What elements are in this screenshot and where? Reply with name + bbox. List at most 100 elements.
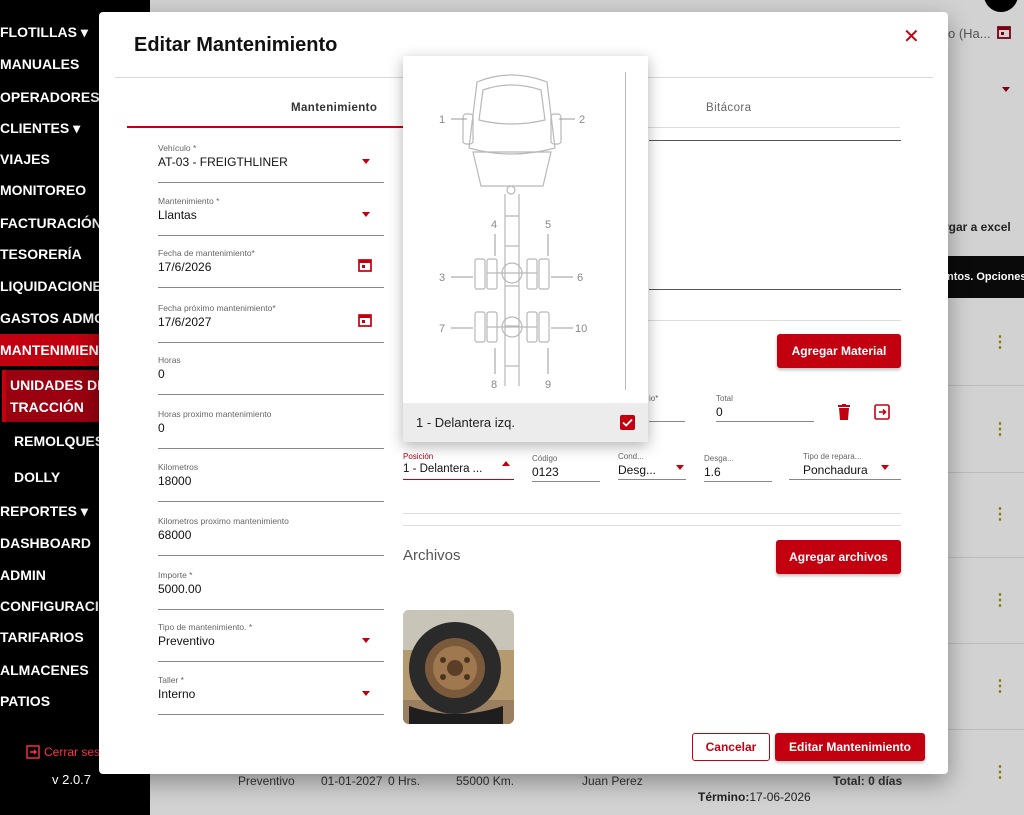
vehiculo-select[interactable]: Vehículo * AT-03 - FREIGTHLINER <box>158 143 384 183</box>
kilometros-proximo-input[interactable]: Kilometros proximo mantenimiento 68000 <box>158 516 384 556</box>
bg-row-end-label: Término: <box>698 790 750 804</box>
cancel-button[interactable]: Cancelar <box>692 733 770 761</box>
submit-edit-button[interactable]: Editar Mantenimiento <box>775 733 925 761</box>
position-label-7[interactable]: 7 <box>439 323 445 335</box>
position-label-5[interactable]: 5 <box>545 219 551 231</box>
taller-select[interactable]: Taller * Interno <box>158 675 384 715</box>
bg-row-total: Total: 0 días <box>833 774 903 788</box>
mantenimiento-select[interactable]: Mantenimiento * Llantas <box>158 196 384 236</box>
bg-row-divider <box>944 729 1024 730</box>
more-options-icon[interactable]: ⋮ <box>992 765 1008 781</box>
nav-admin[interactable]: ADMIN <box>0 560 46 590</box>
field-label: Mantenimiento * <box>158 196 220 206</box>
nav-tesoreria[interactable]: TESORERÍA <box>0 239 82 269</box>
tab-bitacora[interactable]: Bitácora <box>706 102 751 114</box>
kilometros-input[interactable]: Kilometros 18000 <box>158 462 384 502</box>
field-value: Interno <box>158 687 196 701</box>
nav-patios[interactable]: PATIOS <box>0 686 50 716</box>
horas-input[interactable]: Horas 0 <box>158 355 384 395</box>
calendar-icon[interactable] <box>358 313 372 327</box>
nav-manuales[interactable]: MANUALES <box>0 49 79 79</box>
calendar-icon[interactable] <box>358 258 372 272</box>
bg-export-excel[interactable]: rgar a excel <box>944 220 1011 234</box>
position-label-8[interactable]: 8 <box>491 379 497 391</box>
nav-almacenes[interactable]: ALMACENES <box>0 655 89 685</box>
horas-proximo-input[interactable]: Horas proximo mantenimiento 0 <box>158 409 384 449</box>
more-options-icon[interactable]: ⋮ <box>992 335 1008 351</box>
nav-facturacion[interactable]: FACTURACIÓN ▾ <box>0 208 113 238</box>
close-icon[interactable]: ✕ <box>903 24 920 49</box>
trash-icon[interactable] <box>837 404 851 420</box>
chevron-down-icon <box>881 465 889 470</box>
field-value: 68000 <box>158 528 192 542</box>
chevron-down-icon[interactable] <box>1002 87 1010 92</box>
nav-monitoreo[interactable]: MONITOREO <box>0 175 86 205</box>
position-label-2[interactable]: 2 <box>579 114 585 126</box>
more-options-icon[interactable]: ⋮ <box>992 593 1008 609</box>
position-label-1[interactable]: 1 <box>439 114 445 126</box>
nav-gastos-admon[interactable]: GASTOS ADMON <box>0 303 115 333</box>
nav-tarifarios[interactable]: TARIFARIOS <box>0 622 84 652</box>
field-label: Kilometros proximo mantenimiento <box>158 516 289 526</box>
more-options-icon[interactable]: ⋮ <box>992 422 1008 438</box>
modal-title: Editar Mantenimiento <box>134 34 338 56</box>
nav-reportes[interactable]: REPORTES ▾ <box>0 496 88 526</box>
archivos-heading: Archivos <box>403 547 461 564</box>
field-label: Horas <box>158 355 181 365</box>
more-options-icon[interactable]: ⋮ <box>992 507 1008 523</box>
fecha-mantenimiento-field[interactable]: Fecha de mantenimiento* 17/6/2026 <box>158 248 384 288</box>
nav-remolques[interactable]: REMOLQUES <box>14 430 104 452</box>
importe-input[interactable]: Importe * 5000.00 <box>158 570 384 610</box>
tab-mantenimiento[interactable]: Mantenimiento <box>291 102 377 114</box>
desgaste-input[interactable]: Desga... 1.6 <box>704 454 772 482</box>
bg-row-divider <box>944 557 1024 558</box>
total-input[interactable]: Total 0 <box>716 394 814 422</box>
tipo-mantenimiento-select[interactable]: Tipo de mantenimiento. * Preventivo <box>158 622 384 662</box>
flat-tire-image <box>403 610 514 724</box>
dropdown-option-delantera-izq[interactable]: 1 - Delantera izq. <box>403 403 648 442</box>
field-value: 5000.00 <box>158 582 202 596</box>
add-files-button[interactable]: Agregar archivos <box>776 540 901 574</box>
posicion-select[interactable]: Posición 1 - Delantera ... <box>403 452 514 480</box>
fecha-proximo-field[interactable]: Fecha próximo mantenimiento* 17/6/2027 <box>158 303 384 343</box>
checkbox-checked-icon[interactable] <box>620 415 635 430</box>
position-label-6[interactable]: 6 <box>577 272 583 284</box>
position-label-4[interactable]: 4 <box>491 219 497 231</box>
position-label-3[interactable]: 3 <box>439 272 445 284</box>
nav-liquidaciones[interactable]: LIQUIDACIONES <box>0 271 111 301</box>
more-options-icon[interactable]: ⋮ <box>992 679 1008 695</box>
bg-row-end-value: 17-06-2026 <box>749 790 811 804</box>
field-label: Horas proximo mantenimiento <box>158 409 272 419</box>
field-label: Importe * <box>158 570 193 580</box>
codigo-input[interactable]: Código 0123 <box>532 454 600 482</box>
truck-axle-diagram: 1 2 3 4 5 6 7 8 9 10 <box>439 74 587 391</box>
bg-date-input[interactable]: o (Ha... <box>948 26 991 41</box>
nav-flotillas[interactable]: FLOTILLAS ▾ <box>0 17 88 47</box>
attachment-thumbnail[interactable] <box>403 610 514 724</box>
section-divider <box>403 513 901 514</box>
chevron-up-icon <box>502 461 510 466</box>
field-value: Llantas <box>158 208 197 222</box>
calendar-icon[interactable] <box>996 24 1012 40</box>
nav-operadores[interactable]: OPERADORES <box>0 82 100 112</box>
nav-dolly[interactable]: DOLLY <box>14 466 60 488</box>
right-field-underline <box>649 289 901 290</box>
position-label-9[interactable]: 9 <box>545 379 551 391</box>
tipo-reparacion-select[interactable]: Tipo de repara... Ponchadura <box>789 452 901 480</box>
condicion-select[interactable]: Cond... Desg... <box>618 452 686 480</box>
bg-row-person: Juan Perez <box>582 774 643 788</box>
add-material-button[interactable]: Agregar Material <box>777 334 901 368</box>
precio-input[interactable]: io* <box>649 394 685 422</box>
nav-clientes[interactable]: CLIENTES ▾ <box>0 113 80 143</box>
field-value: Ponchadura <box>803 463 868 477</box>
nav-unidades-traccion[interactable]: UNIDADES DE TRACCIÓN <box>10 374 106 418</box>
right-field-underline <box>649 140 901 141</box>
bg-row-end-date: Término:17-06-2026 <box>698 790 811 804</box>
app-version: v 2.0.7 <box>52 772 92 787</box>
position-label-10[interactable]: 10 <box>575 323 587 335</box>
nav-unidades-line1: UNIDADES DE <box>10 377 107 393</box>
field-value: 0123 <box>532 465 559 479</box>
open-external-icon[interactable] <box>874 404 890 420</box>
nav-dashboard[interactable]: DASHBOARD <box>0 528 91 558</box>
nav-viajes[interactable]: VIAJES <box>0 144 50 174</box>
